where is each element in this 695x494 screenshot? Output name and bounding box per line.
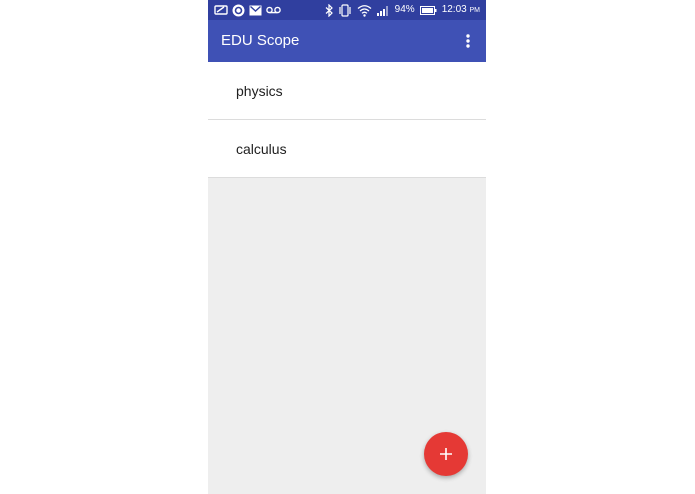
clock: 12:03 PM	[442, 3, 480, 18]
clock-time: 12:03	[441, 3, 467, 15]
gmail-icon	[249, 5, 262, 16]
clock-ampm: PM	[469, 6, 481, 14]
battery-percent: 94%	[394, 4, 415, 15]
more-vert-icon	[466, 34, 470, 48]
wifi-icon	[357, 4, 372, 17]
bluetooth-icon	[325, 3, 333, 17]
status-bar-notifications	[214, 3, 281, 17]
app-bar: EDU Scope	[208, 20, 486, 62]
list-item-label: calculus	[236, 141, 287, 157]
subject-list: physics calculus	[208, 62, 486, 178]
phone-screen: 94% 12:03 PM EDU Scope physics calculus	[208, 0, 486, 494]
cellular-signal-icon	[376, 4, 390, 16]
app-title: EDU Scope	[221, 32, 300, 49]
status-bar-system: 94% 12:03 PM	[325, 3, 480, 17]
battery-icon	[419, 5, 437, 15]
plus-icon	[439, 447, 453, 461]
list-item-label: physics	[236, 83, 283, 99]
status-bar: 94% 12:03 PM	[208, 0, 486, 20]
vibrate-icon	[338, 3, 352, 17]
voicemail-icon	[266, 6, 281, 15]
app-notification-icon	[232, 4, 245, 17]
list-item[interactable]: calculus	[208, 120, 486, 178]
overflow-menu-button[interactable]	[456, 29, 480, 53]
add-subject-button[interactable]	[424, 432, 468, 476]
screenshot-icon	[214, 4, 228, 16]
list-item[interactable]: physics	[208, 62, 486, 120]
